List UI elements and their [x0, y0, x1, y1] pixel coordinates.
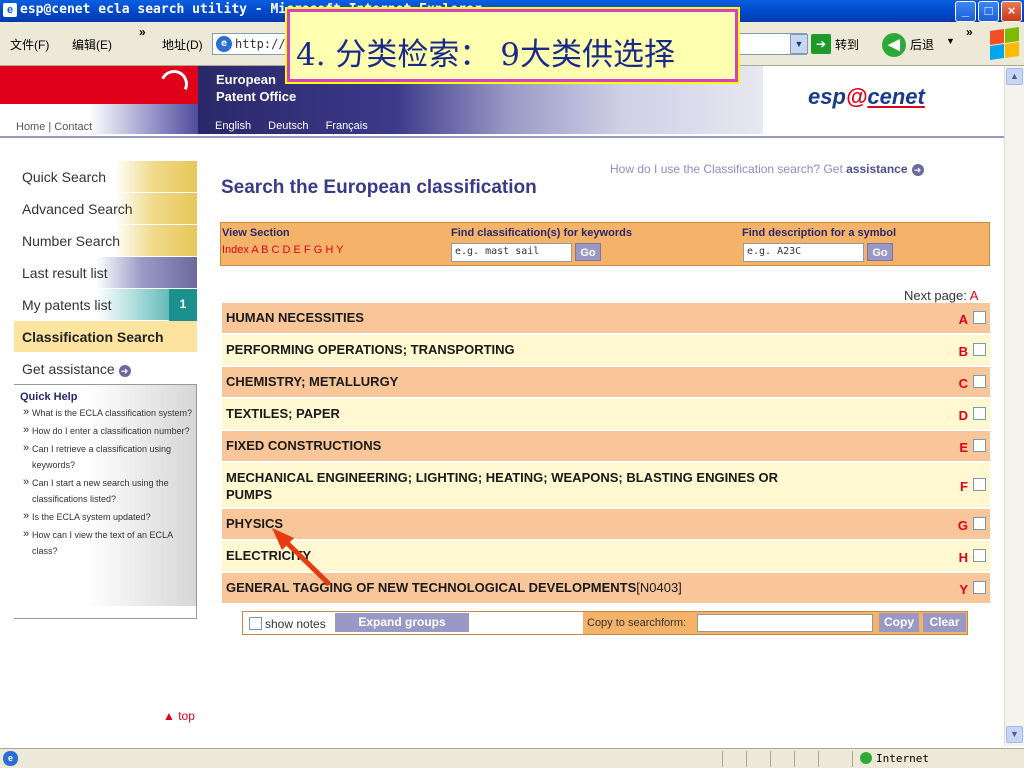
home-contact-link[interactable]: Home | Contact [16, 121, 92, 133]
espacenet-logo: esp@cenet [808, 84, 925, 109]
go-button[interactable]: 转到 [835, 36, 859, 53]
lang-francais[interactable]: Français [326, 120, 368, 132]
class-row[interactable]: HUMAN NECESSITIES A [222, 303, 990, 335]
action-bar: show notes Expand groups Copy to searchf… [242, 611, 968, 635]
top-link[interactable]: ▲ top [163, 709, 195, 723]
help-link[interactable]: Can I start a new search using the class… [14, 474, 196, 509]
quick-help-title: Quick Help [20, 391, 78, 403]
globe-icon [860, 752, 872, 764]
next-page: Next page: A [904, 288, 979, 303]
quick-help-panel: Quick Help What is the ECLA classificati… [14, 384, 197, 606]
class-row[interactable]: PHYSICS G [222, 509, 990, 541]
page-status-icon: e [3, 751, 18, 766]
back-dropdown-icon[interactable]: ▼ [946, 36, 955, 46]
nav-quick-search[interactable]: Quick Search [14, 161, 197, 193]
symbol-go-button[interactable]: Go [867, 243, 893, 261]
class-row[interactable]: FIXED CONSTRUCTIONS E [222, 431, 990, 463]
menu-edit[interactable]: 编辑(E) [72, 36, 112, 53]
vertical-scrollbar[interactable]: ▲ ▼ [1004, 66, 1024, 746]
security-zone: Internet [860, 752, 929, 765]
class-checkbox[interactable] [973, 581, 986, 594]
nav-classification-search[interactable]: Classification Search [14, 321, 197, 353]
view-section-label: View Section [222, 227, 290, 239]
minimize-button[interactable]: _ [955, 1, 976, 22]
maximize-button[interactable]: □ [978, 1, 999, 22]
copy-input[interactable] [697, 614, 873, 632]
symbol-input[interactable]: e.g. A23C [743, 243, 864, 262]
next-page-link[interactable]: A [970, 288, 979, 303]
keywords-go-button[interactable]: Go [575, 243, 601, 261]
nav-number-search[interactable]: Number Search [14, 225, 197, 257]
expand-groups-button[interactable]: Expand groups [335, 613, 469, 632]
arrow-circle-icon: ➜ [911, 164, 924, 176]
class-row[interactable]: MECHANICAL ENGINEERING; LIGHTING; HEATIN… [222, 463, 990, 509]
go-arrow-icon[interactable]: ➔ [811, 34, 831, 54]
lang-english[interactable]: English [215, 120, 251, 132]
symbol-label: Find description for a symbol [742, 227, 897, 239]
class-checkbox[interactable] [973, 311, 986, 324]
show-notes-checkbox[interactable] [249, 617, 262, 630]
class-checkbox[interactable] [973, 439, 986, 452]
class-checkbox[interactable] [973, 478, 986, 491]
back-button[interactable]: 后退 [910, 36, 934, 53]
show-notes-label: show notes [265, 617, 326, 631]
back-arrow-icon[interactable]: ◀ [882, 33, 906, 57]
nav-bottom-border [14, 604, 197, 619]
classification-search-bar: View Section Index A B C D E F G H Y Fin… [220, 222, 990, 266]
left-nav: Quick Search Advanced Search Number Sear… [14, 161, 197, 385]
nav-get-assistance[interactable]: Get assistance ➜ [14, 353, 197, 385]
status-bar: e Internet [0, 748, 1024, 768]
help-link[interactable]: How do I enter a classification number? [14, 422, 196, 441]
class-checkbox[interactable] [973, 407, 986, 420]
slide-callout: 4. 分类检索： 9大类供选择 [287, 9, 738, 82]
keywords-label: Find classification(s) for keywords [451, 227, 632, 239]
copy-button[interactable]: Copy [879, 613, 919, 632]
class-checkbox[interactable] [973, 517, 986, 530]
class-checkbox[interactable] [973, 343, 986, 356]
class-checkbox[interactable] [973, 375, 986, 388]
clear-button[interactable]: Clear [923, 613, 966, 632]
section-index-links[interactable]: Index A B C D E F G H Y [222, 244, 343, 256]
classification-list: HUMAN NECESSITIES A PERFORMING OPERATIONS… [222, 303, 990, 605]
windows-logo-icon [988, 27, 1020, 60]
toolbar-chevron[interactable]: » [966, 25, 973, 39]
menu-chevron[interactable]: » [139, 25, 146, 39]
help-link[interactable]: How can I view the text of an ECLA class… [14, 526, 196, 561]
header-divider [0, 136, 1004, 138]
class-row[interactable]: ELECTRICITY H [222, 541, 990, 573]
epo-name: European Patent Office [216, 72, 297, 104]
scroll-up-icon[interactable]: ▲ [1006, 68, 1023, 85]
page-title: Search the European classification [221, 177, 537, 198]
help-link[interactable]: Is the ECLA system updated? [14, 508, 196, 527]
class-row[interactable]: CHEMISTRY; METALLURGY C [222, 367, 990, 399]
nav-advanced-search[interactable]: Advanced Search [14, 193, 197, 225]
class-row[interactable]: TEXTILES; PAPER D [222, 399, 990, 431]
help-link[interactable]: Can I retrieve a classification using ke… [14, 440, 196, 475]
arrow-circle-icon: ➜ [118, 365, 131, 377]
epo-red-band [0, 66, 198, 104]
page-icon: e [216, 36, 232, 52]
class-checkbox[interactable] [973, 549, 986, 562]
address-value: http://v [235, 37, 293, 51]
patents-count-badge: 1 [169, 289, 197, 321]
keywords-input[interactable]: e.g. mast sail [451, 243, 572, 262]
copy-to-label: Copy to searchform: [587, 617, 687, 629]
address-dropdown-icon[interactable]: ▼ [790, 34, 808, 54]
nav-last-result-list[interactable]: Last result list [14, 257, 197, 289]
epo-logo-icon [156, 66, 192, 102]
class-row[interactable]: GENERAL TAGGING OF NEW TECHNOLOGICAL DEV… [222, 573, 990, 605]
browser-window: e esp@cenet ecla search utility - Micros… [0, 0, 1024, 768]
assistance-link[interactable]: How do I use the Classification search? … [610, 162, 924, 176]
menu-file[interactable]: 文件(F) [10, 36, 49, 53]
address-label: 地址(D) [162, 38, 203, 52]
nav-my-patents-list[interactable]: My patents list 1 [14, 289, 197, 321]
ie-icon: e [3, 3, 17, 17]
language-links: English Deutsch Français [215, 120, 382, 132]
help-link[interactable]: What is the ECLA classification system? [14, 404, 196, 423]
lang-deutsch[interactable]: Deutsch [268, 120, 308, 132]
class-row[interactable]: PERFORMING OPERATIONS; TRANSPORTING B [222, 335, 990, 367]
close-button[interactable]: × [1001, 1, 1022, 22]
scroll-down-icon[interactable]: ▼ [1006, 726, 1023, 743]
